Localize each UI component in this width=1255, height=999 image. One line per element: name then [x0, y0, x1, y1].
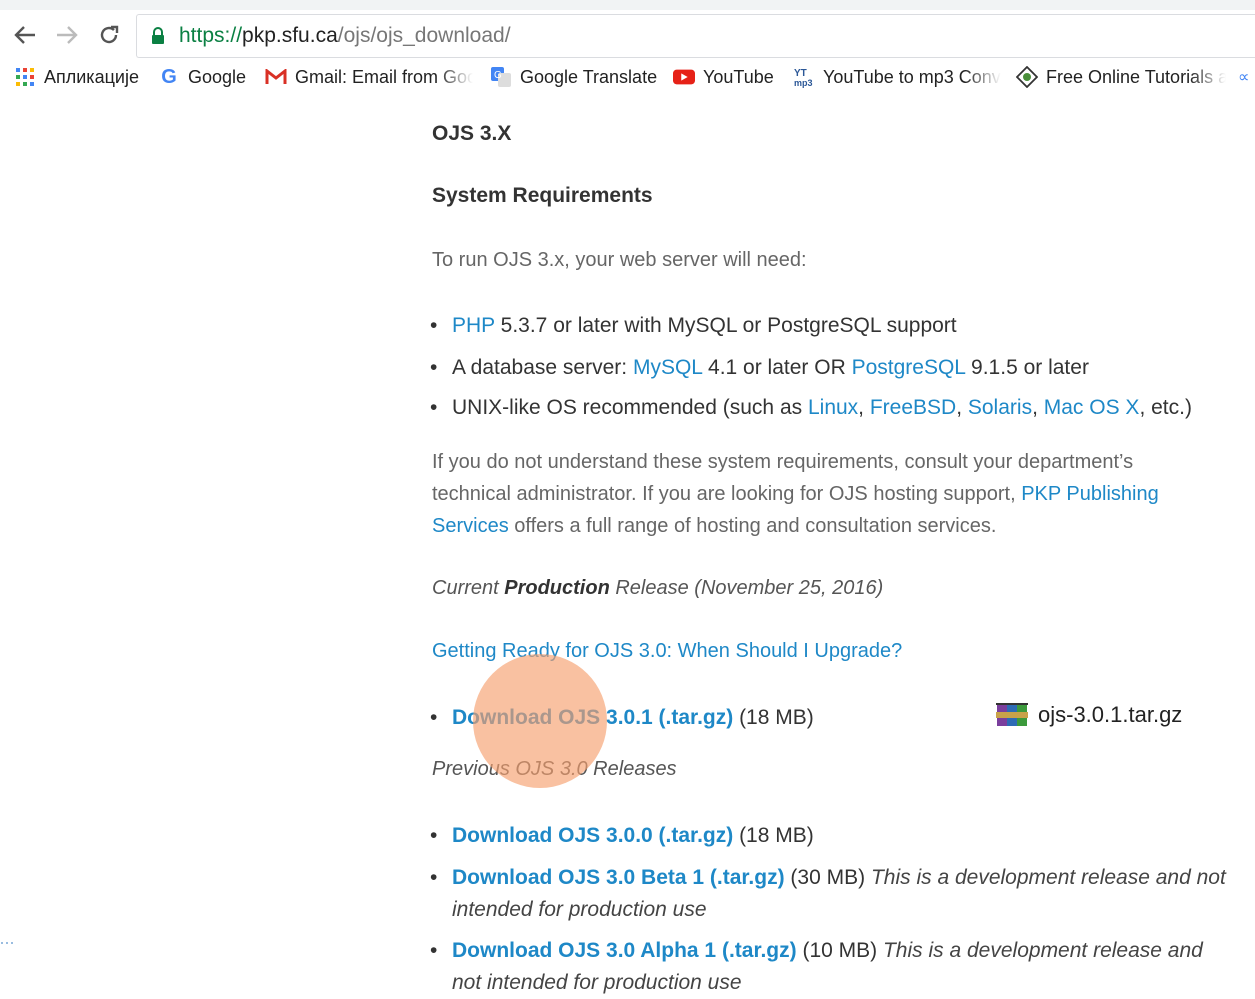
tab-strip-edge	[0, 0, 1255, 10]
bookmark-label: Апликације	[44, 66, 139, 87]
list-item: Download OJS 3.0.1 (.tar.gz) (18 MB)	[430, 702, 814, 734]
downloaded-file[interactable]: ojs-3.0.1.tar.gz	[996, 702, 1182, 728]
google-g-icon: G	[161, 65, 177, 88]
release-text: Release (November 25, 2016)	[609, 577, 884, 599]
download-ojs-3-0-1-link[interactable]: Download OJS 3.0.1 (.tar.gz)	[452, 706, 733, 729]
arrow-right-icon	[57, 26, 78, 44]
svg-text:mp3: mp3	[794, 78, 813, 88]
db-requirement-text: 9.1.5 or later	[965, 356, 1089, 379]
yt-mp3-icon: YT mp3	[793, 66, 815, 88]
back-button[interactable]	[10, 20, 40, 50]
list-item: Download OJS 3.0 Alpha 1 (.tar.gz) (10 M…	[430, 935, 1203, 999]
release-note: This is a development release and not	[870, 866, 1226, 889]
list-item: A database server: MySQL 4.1 or later OR…	[430, 352, 1089, 384]
pkp-publishing-services-link[interactable]: Services	[432, 515, 509, 537]
separator: ,	[858, 396, 870, 419]
winrar-archive-icon	[996, 703, 1028, 726]
gmail-icon	[265, 66, 287, 88]
bookmark-label: Gmail: Email from Goo	[295, 66, 473, 87]
reload-button[interactable]	[94, 20, 124, 50]
bookmark-youtube[interactable]: YouTube	[673, 64, 774, 90]
separator: ,	[1032, 396, 1044, 419]
release-text-bold: Production	[504, 577, 610, 599]
requirements-intro: To run OJS 3.x, your web server will nee…	[432, 249, 807, 271]
address-bar[interactable]: https://pkp.sfu.ca/ojs/ojs_download/	[136, 14, 1255, 58]
bookmark-partial-icon: ∝	[1238, 69, 1250, 86]
svg-text:G: G	[494, 70, 502, 81]
file-size: (30 MB)	[784, 866, 871, 889]
arrow-left-icon	[14, 26, 35, 44]
macosx-link[interactable]: Mac OS X	[1044, 396, 1140, 419]
bookmark-label: YouTube	[703, 66, 774, 87]
bookmark-google-translate[interactable]: G Google Translate	[490, 64, 657, 90]
youtube-icon	[673, 66, 695, 88]
freebsd-link[interactable]: FreeBSD	[870, 396, 956, 419]
db-requirement-text: A database server:	[452, 356, 633, 379]
list-item: Download OJS 3.0.0 (.tar.gz) (18 MB)	[430, 820, 814, 852]
upgrade-guide-link[interactable]: Getting Ready for OJS 3.0: When Should I…	[432, 640, 902, 662]
bookmark-google[interactable]: G Google	[158, 64, 246, 90]
php-requirement-text: 5.3.7 or later with MySQL or PostgreSQL …	[494, 314, 957, 337]
bookmark-gmail[interactable]: Gmail: Email from Goo	[265, 64, 473, 90]
bookmark-overflow[interactable]: ∝	[1238, 64, 1255, 90]
list-item: UNIX-like OS recommended (such as Linux,…	[430, 392, 1192, 424]
download-ojs-3-0-0-link[interactable]: Download OJS 3.0.0 (.tar.gz)	[452, 824, 733, 847]
lock-icon	[152, 27, 164, 44]
consult-paragraph: If you do not understand these system re…	[432, 446, 1159, 542]
file-size: (18 MB)	[733, 706, 814, 729]
release-note: This is a development release and	[882, 939, 1203, 962]
bookmark-label: Google	[188, 66, 247, 87]
mysql-link[interactable]: MySQL	[633, 356, 702, 379]
url-path: /ojs/ojs_download/	[337, 24, 511, 47]
url-host: pkp.sfu.ca	[242, 24, 338, 47]
linux-link[interactable]: Linux	[808, 396, 858, 419]
bookmarks-bar: Апликације G Google Gmail: Email from Go…	[0, 62, 1255, 92]
bookmark-yt-mp3[interactable]: YT mp3 YouTube to mp3 Conv	[793, 64, 1001, 90]
list-item: Download OJS 3.0 Beta 1 (.tar.gz) (30 MB…	[430, 862, 1226, 926]
bookmark-apps[interactable]: Апликације	[14, 64, 139, 90]
os-requirement-text: , etc.)	[1139, 396, 1192, 419]
db-requirement-text: 4.1 or later OR	[702, 356, 852, 379]
downloaded-file-name: ojs-3.0.1.tar.gz	[1038, 702, 1183, 727]
url-text: https://pkp.sfu.ca/ojs/ojs_download/	[179, 24, 511, 48]
bookmark-label: YouTube to mp3 Conv	[823, 66, 1001, 87]
reload-icon	[100, 25, 119, 44]
browser-chrome: https://pkp.sfu.ca/ojs/ojs_download/ Апл…	[0, 0, 1255, 96]
release-note: not intended for production use	[452, 971, 742, 994]
separator: ,	[956, 396, 968, 419]
release-note: intended for production use	[452, 898, 707, 921]
consult-line: If you do not understand these system re…	[432, 451, 1134, 473]
current-release-heading: Current Production Release (November 25,…	[432, 572, 883, 604]
pkp-publishing-services-link[interactable]: PKP Publishing	[1021, 483, 1159, 505]
upgrade-paragraph: Getting Ready for OJS 3.0: When Should I…	[432, 635, 902, 667]
download-ojs-3-0-alpha-1-link[interactable]: Download OJS 3.0 Alpha 1 (.tar.gz)	[452, 939, 797, 962]
bookmark-label: Google Translate	[520, 66, 658, 87]
previous-releases-heading: Previous OJS 3.0 Releases	[432, 758, 677, 780]
url-scheme: https://	[179, 24, 243, 47]
file-size: (18 MB)	[733, 824, 814, 847]
requirements-title: System Requirements	[432, 184, 653, 207]
bookmark-label: Free Online Tutorials a	[1046, 66, 1226, 87]
bookmark-tutorials[interactable]: Free Online Tutorials a	[1016, 64, 1226, 90]
php-link[interactable]: PHP	[452, 314, 495, 337]
download-ojs-3-0-beta-1-link[interactable]: Download OJS 3.0 Beta 1 (.tar.gz)	[452, 866, 785, 889]
list-item: PHP 5.3.7 or later with MySQL or Postgre…	[430, 310, 957, 342]
section-title: OJS 3.X	[432, 122, 512, 145]
solaris-link[interactable]: Solaris	[968, 396, 1032, 419]
edge-dots	[1, 942, 13, 944]
apps-grid-icon	[14, 66, 36, 88]
consult-line: technical administrator. If you are look…	[432, 483, 1022, 505]
google-translate-icon: G	[490, 66, 512, 88]
tutorials-icon	[1016, 66, 1038, 88]
os-requirement-text: UNIX-like OS recommended (such as	[452, 396, 808, 419]
consult-line: offers a full range of hosting and consu…	[508, 515, 997, 537]
postgresql-link[interactable]: PostgreSQL	[852, 356, 966, 379]
release-text: Current	[432, 577, 505, 599]
forward-button[interactable]	[52, 20, 82, 50]
file-size: (10 MB)	[796, 939, 883, 962]
